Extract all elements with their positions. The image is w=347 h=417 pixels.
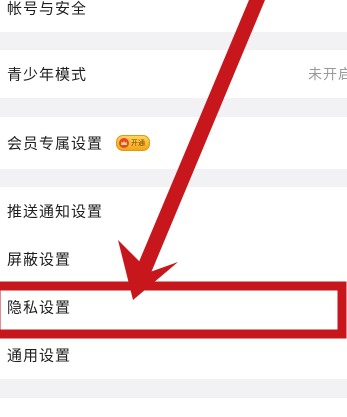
settings-group-account: 帐号与安全 xyxy=(0,0,347,32)
teen-mode-label: 青少年模式 xyxy=(7,65,88,84)
push-notifications-row[interactable]: 推送通知设置 xyxy=(0,187,347,235)
member-settings-label: 会员专属设置 xyxy=(7,134,104,153)
push-notifications-label: 推送通知设置 xyxy=(7,202,104,221)
member-open-badge[interactable]: 开通 xyxy=(116,135,150,151)
block-settings-row[interactable]: 屏蔽设置 xyxy=(0,235,347,283)
general-settings-label: 通用设置 xyxy=(7,346,72,365)
privacy-settings-row[interactable]: 隐私设置 xyxy=(0,283,347,331)
account-security-label: 帐号与安全 xyxy=(7,0,88,18)
general-settings-row[interactable]: 通用设置 xyxy=(0,331,347,379)
member-settings-row[interactable]: 会员专属设置 开通 xyxy=(0,119,347,167)
privacy-settings-label: 隐私设置 xyxy=(7,298,72,317)
settings-group-next xyxy=(0,398,347,417)
teen-mode-status: 未开启 xyxy=(308,67,347,83)
block-settings-label: 屏蔽设置 xyxy=(7,250,72,269)
account-security-row[interactable]: 帐号与安全 xyxy=(0,0,347,32)
member-badge-label: 开通 xyxy=(131,139,145,147)
settings-group-member: 会员专属设置 开通 xyxy=(0,117,347,169)
settings-group-teen: 青少年模式 未开启 xyxy=(0,50,347,98)
settings-group-general: 推送通知设置 屏蔽设置 隐私设置 通用设置 xyxy=(0,187,347,379)
teen-mode-row[interactable]: 青少年模式 未开启 xyxy=(0,50,347,98)
crown-icon xyxy=(119,138,129,148)
